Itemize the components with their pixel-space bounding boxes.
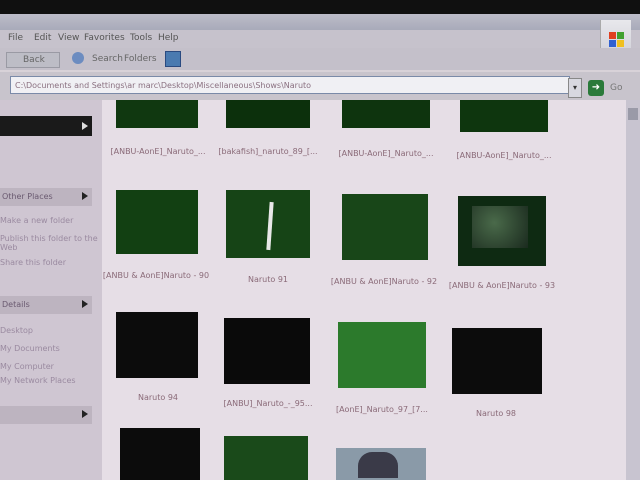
go-arrow-icon[interactable]: ➜ <box>588 80 604 96</box>
file-thumbnail[interactable] <box>116 312 198 378</box>
file-thumbnail[interactable] <box>120 428 200 480</box>
address-dropdown-button[interactable]: ▾ <box>568 78 582 98</box>
back-button[interactable]: Back <box>6 52 60 68</box>
sidebar-header-details[interactable]: Details <box>0 296 92 314</box>
file-thumbnail[interactable] <box>226 100 310 128</box>
address-bar: C:\Documents and Settings\ar marc\Deskto… <box>0 72 640 100</box>
file-name[interactable]: [ANBU-AonE]_Naruto_... <box>444 150 564 161</box>
file-thumbnail[interactable] <box>224 318 310 384</box>
menu-tools[interactable]: Tools <box>130 33 152 43</box>
back-label: Back <box>23 55 45 65</box>
file-thumbnail[interactable] <box>338 322 426 388</box>
sidebar-item-publish[interactable]: Publish this folder to the Web <box>0 234 102 252</box>
file-name[interactable]: [ANBU]_Naruto_-_95... <box>208 398 328 409</box>
sidebar-header-collapsed[interactable] <box>0 406 92 424</box>
sidebar-item-network[interactable]: My Network Places <box>0 376 76 385</box>
file-name[interactable]: [ANBU & AonE]Naruto - 92 <box>326 276 442 287</box>
address-input[interactable]: C:\Documents and Settings\ar marc\Deskto… <box>10 76 570 94</box>
menu-bar: File Edit View Favorites Tools Help <box>0 30 640 48</box>
chevron-right-icon <box>82 192 88 200</box>
forward-icon[interactable] <box>72 52 84 64</box>
chevron-right-icon <box>82 122 88 130</box>
file-name[interactable]: [ANBU-AonE]_Naruto_... <box>326 148 446 159</box>
file-thumbnail[interactable] <box>460 100 548 132</box>
sidebar-header-file-tasks[interactable] <box>0 116 92 136</box>
vertical-scrollbar[interactable] <box>626 100 640 480</box>
sidebar-item-share[interactable]: Share this folder <box>0 258 66 267</box>
file-thumbnail[interactable] <box>336 448 426 480</box>
sidebar-item-new-folder[interactable]: Make a new folder <box>0 216 73 225</box>
sidebar-item-desktop[interactable]: Desktop <box>0 326 33 335</box>
file-name[interactable]: [ANBU & AonE]Naruto - 90 <box>98 270 214 281</box>
sidebar-task-pane: Other Places Make a new folder Publish t… <box>0 100 102 480</box>
video-frame-detail <box>358 452 398 478</box>
file-thumbnail[interactable] <box>452 328 542 394</box>
scroll-up-arrow-icon[interactable] <box>628 108 638 120</box>
file-name[interactable]: Naruto 98 <box>436 408 556 419</box>
menu-help[interactable]: Help <box>158 33 179 43</box>
file-thumbnail[interactable] <box>224 436 308 480</box>
sidebar-item-my-computer[interactable]: My Computer <box>0 362 54 371</box>
chevron-right-icon <box>82 300 88 308</box>
sidebar-header-label: Details <box>2 300 30 309</box>
video-frame-detail <box>266 201 274 251</box>
video-frame-detail <box>472 206 528 248</box>
file-name[interactable]: Naruto 94 <box>98 392 218 403</box>
file-name[interactable]: [bakafish]_naruto_89_[... <box>208 146 328 157</box>
chevron-right-icon <box>82 410 88 418</box>
file-thumbnail[interactable] <box>116 190 198 254</box>
file-name[interactable]: [ANBU & AonE]Naruto - 93 <box>444 280 560 291</box>
menu-view[interactable]: View <box>58 33 79 43</box>
menu-file[interactable]: File <box>8 33 23 43</box>
file-thumbnail[interactable] <box>226 190 310 258</box>
file-thumbnail[interactable] <box>342 194 428 260</box>
sidebar-header-other-places[interactable]: Other Places <box>0 188 92 206</box>
file-name[interactable]: [ANBU-AonE]_Naruto_... <box>98 146 218 157</box>
sidebar-item-my-documents[interactable]: My Documents <box>0 344 60 353</box>
file-name[interactable]: [AonE]_Naruto_97_[7... <box>322 404 442 415</box>
file-thumbnail[interactable] <box>116 100 198 128</box>
menu-edit[interactable]: Edit <box>34 33 51 43</box>
file-thumbnail[interactable] <box>458 196 546 266</box>
go-button-label[interactable]: Go <box>610 83 622 93</box>
search-button[interactable]: Search <box>92 54 123 64</box>
toolbar: Back Search Folders <box>0 48 640 70</box>
file-thumbnail[interactable] <box>342 100 430 128</box>
file-name[interactable]: Naruto 91 <box>208 274 328 285</box>
sidebar-header-label: Other Places <box>2 192 53 201</box>
folders-button[interactable]: Folders <box>124 54 157 64</box>
views-icon[interactable] <box>165 51 181 67</box>
menu-favorites[interactable]: Favorites <box>84 33 125 43</box>
